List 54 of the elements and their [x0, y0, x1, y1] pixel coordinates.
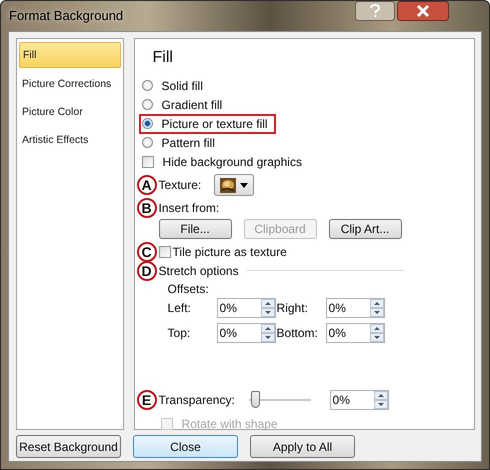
radio-button[interactable]	[142, 99, 153, 110]
window-title: Format Background	[9, 8, 124, 23]
checkbox-label: Hide background graphics	[162, 154, 302, 168]
field-label: Transparency:	[158, 393, 236, 407]
texture-swatch-icon	[220, 178, 236, 192]
spin-field[interactable]: 0%	[326, 298, 385, 318]
checkbox-label: Tile picture as texture	[172, 244, 287, 258]
field-label: Left:	[168, 301, 192, 315]
checkbox[interactable]	[142, 156, 154, 168]
dialog-button[interactable]: Reset Background	[16, 435, 121, 458]
close-icon[interactable]	[397, 1, 449, 21]
section-label: Insert from:	[158, 200, 220, 214]
option-label: Picture or texture fill	[162, 116, 268, 130]
radio-button[interactable]	[142, 80, 153, 91]
callout-marker: C	[136, 242, 157, 262]
texture-dropdown[interactable]	[214, 174, 254, 196]
option-label: Gradient fill	[162, 98, 222, 112]
section-heading: Fill	[152, 49, 174, 68]
checkbox[interactable]	[158, 246, 171, 258]
spinner-arrows-icon[interactable]	[260, 324, 275, 342]
radio-button[interactable]	[142, 137, 153, 148]
option-label: Pattern fill	[162, 136, 215, 150]
radio-button[interactable]	[142, 118, 153, 129]
callout-marker: B	[136, 198, 157, 218]
spinner-arrows-icon[interactable]	[370, 299, 384, 317]
option-label: Solid fill	[162, 78, 203, 92]
insert-button[interactable]: File...	[158, 219, 232, 239]
field-label: Top:	[168, 326, 192, 340]
spin-field[interactable]: 0%	[330, 390, 389, 410]
checkbox-label: Rotate with shape	[182, 416, 278, 430]
slider-thumb[interactable]	[250, 391, 260, 408]
field-label: Bottom:	[276, 326, 319, 340]
dialog-button[interactable]: Close	[133, 435, 238, 458]
callout-marker: A	[136, 175, 157, 195]
field-label: Offsets:	[168, 282, 209, 296]
spin-field[interactable]: 0%	[326, 323, 385, 343]
spinner-arrows-icon[interactable]	[260, 299, 275, 317]
sidebar-item[interactable]: Picture Corrections	[19, 72, 121, 96]
caret-icon	[240, 182, 248, 188]
callout-marker: D	[136, 260, 157, 280]
dialog-button[interactable]: Apply to All	[250, 435, 355, 458]
sidebar-item[interactable]: Fill	[19, 42, 121, 68]
section-label: Stretch options	[158, 264, 239, 278]
help-icon[interactable]	[355, 1, 395, 21]
spin-field[interactable]: 0%	[216, 323, 276, 343]
spinner-arrows-icon[interactable]	[374, 391, 388, 409]
spinner-arrows-icon[interactable]	[370, 324, 384, 342]
callout-marker: E	[136, 390, 157, 410]
spin-field[interactable]: 0%	[216, 298, 276, 318]
sidebar-item[interactable]: Picture Color	[19, 100, 121, 124]
sidebar-item[interactable]: Artistic Effects	[19, 128, 121, 152]
field-label: Right:	[276, 301, 309, 315]
insert-button[interactable]: Clip Art...	[328, 219, 402, 239]
field-label: Texture:	[158, 178, 202, 192]
